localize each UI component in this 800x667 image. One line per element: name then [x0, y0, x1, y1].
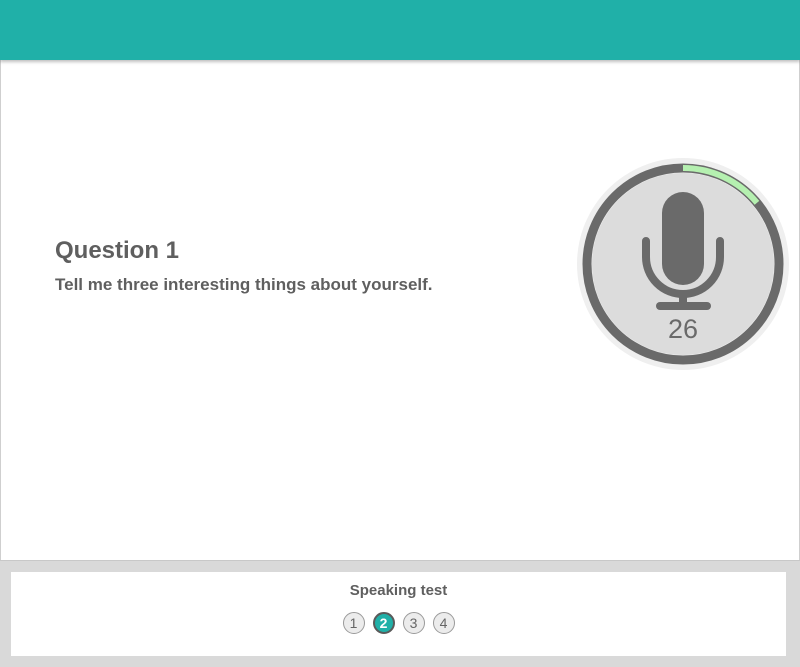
step-indicator: 1 2 3 4: [11, 612, 786, 634]
footer: Speaking test 1 2 3 4: [0, 560, 800, 667]
recorder-widget[interactable]: 26: [576, 157, 790, 371]
header-bar: [0, 0, 800, 60]
question-title: Question 1: [55, 237, 180, 264]
recorder-dial: 26: [577, 158, 789, 370]
step-4[interactable]: 4: [432, 612, 455, 634]
step-1[interactable]: 1: [342, 612, 365, 634]
step-3[interactable]: 3: [402, 612, 425, 634]
footer-title: Speaking test: [349, 582, 448, 599]
question-prompt: Tell me three interesting things about y…: [55, 275, 433, 294]
step-2-current[interactable]: 2: [372, 612, 395, 634]
question-block: Question 1 Tell me three interesting thi…: [55, 237, 433, 295]
footer-panel: Speaking test 1 2 3 4: [11, 572, 786, 656]
countdown-timer: 26: [668, 314, 698, 344]
